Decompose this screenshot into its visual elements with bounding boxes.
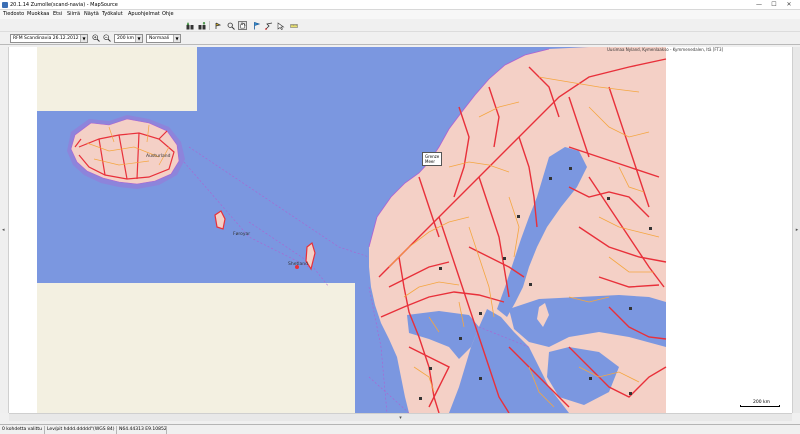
status-divider — [116, 426, 117, 434]
status-divider — [166, 426, 167, 434]
chevron-down-icon[interactable]: ▾ — [397, 415, 404, 421]
island-label-shetland: Shetland — [288, 262, 308, 267]
waypoint-tool-icon[interactable] — [252, 21, 261, 30]
menu-utilities[interactable]: Apuohjelmat — [128, 11, 160, 17]
toolbar-separator — [209, 21, 210, 30]
title-bar: 20.1.14 Zumolle(scand-navia) - MapSource… — [0, 0, 800, 10]
menu-find[interactable]: Etsi — [53, 11, 62, 17]
map-toolbar: RFM Scandinavia 26.12.2012 ▼ 200 km ▼ No… — [0, 32, 800, 45]
minimize-button[interactable]: — — [752, 1, 766, 9]
chevron-left-icon[interactable]: ◂ — [2, 227, 5, 233]
uncovered-area — [37, 47, 197, 111]
chevron-right-icon[interactable]: ▸ — [794, 227, 800, 233]
zoom-out-icon[interactable] — [102, 34, 111, 43]
map-tooltip: Grenze Meer — [422, 152, 442, 166]
region-label-austurland: Austurland — [146, 154, 171, 159]
region-label-uusimaa: Uusimaa Nyland, Kymenlaakso - Kymmenedal… — [607, 47, 724, 52]
menu-help[interactable]: Ohje — [162, 11, 174, 17]
cursor-coordinates: N64.44313 E9.10852 — [119, 427, 167, 432]
chevron-down-icon: ▼ — [80, 35, 87, 42]
uncovered-area — [37, 283, 355, 413]
menu-bar: Tiedosto Muokkaa Etsi Siirrä Näytä Työka… — [0, 10, 800, 19]
detail-level-select[interactable]: Normaali ▼ — [146, 34, 181, 43]
scale-line — [740, 405, 780, 407]
receive-from-device-icon[interactable] — [185, 21, 194, 30]
menu-edit[interactable]: Muokkaa — [27, 11, 49, 17]
zoom-scale-select[interactable]: 200 km ▼ — [114, 34, 143, 43]
map-scale-bar: 200 km — [740, 400, 780, 408]
chevron-down-icon: ▼ — [135, 35, 142, 42]
distance-tool-icon[interactable] — [289, 21, 298, 30]
main-toolbar — [0, 19, 800, 32]
left-pane-edge: ◂ — [0, 47, 9, 413]
zoom-in-icon[interactable] — [91, 34, 100, 43]
horizontal-scrollbar[interactable]: ▾ — [9, 413, 792, 421]
close-button[interactable]: ✕ — [782, 1, 796, 9]
zoom-scale-value: 200 km — [117, 36, 135, 41]
send-to-device-icon[interactable] — [197, 21, 206, 30]
status-divider — [44, 426, 45, 434]
maximize-button[interactable]: ☐ — [767, 1, 781, 9]
map-view[interactable]: Austurland Føroyar Shetland Uusimaa Nyla… — [9, 47, 792, 413]
mapsource-app-icon — [2, 2, 8, 8]
menu-tools[interactable]: Työkalut — [102, 11, 123, 17]
vertical-scrollbar[interactable]: ▸ — [792, 47, 800, 413]
selection-status: 0 kohdetta valittu — [2, 427, 42, 432]
status-bar: 0 kohdetta valittu Lev/pit hddd.ddddd°(W… — [0, 424, 800, 434]
hand-tool-icon[interactable] — [238, 21, 247, 30]
map-product-value: RFM Scandinavia 26.12.2012 — [13, 36, 79, 41]
menu-file[interactable]: Tiedosto — [3, 11, 24, 17]
map-product-select[interactable]: RFM Scandinavia 26.12.2012 ▼ — [10, 34, 88, 43]
measure-tool-icon[interactable] — [276, 21, 285, 30]
selection-tool-icon[interactable] — [226, 21, 235, 30]
zoom-tool-icon[interactable] — [213, 21, 222, 30]
tooltip-line: Meer — [425, 159, 436, 164]
coordinate-format: Lev/pit hddd.ddddd°(WGS 84) — [47, 427, 115, 432]
chevron-down-icon: ▼ — [173, 35, 180, 42]
menu-move[interactable]: Siirrä — [67, 11, 80, 17]
detail-level-value: Normaali — [149, 36, 170, 41]
map-canvas — [9, 47, 792, 413]
island-label-faroe: Føroyar — [233, 232, 251, 237]
window-title: 20.1.14 Zumolle(scand-navia) - MapSource — [10, 2, 118, 8]
route-tool-icon[interactable] — [264, 21, 273, 30]
menu-view[interactable]: Näytä — [84, 11, 99, 17]
